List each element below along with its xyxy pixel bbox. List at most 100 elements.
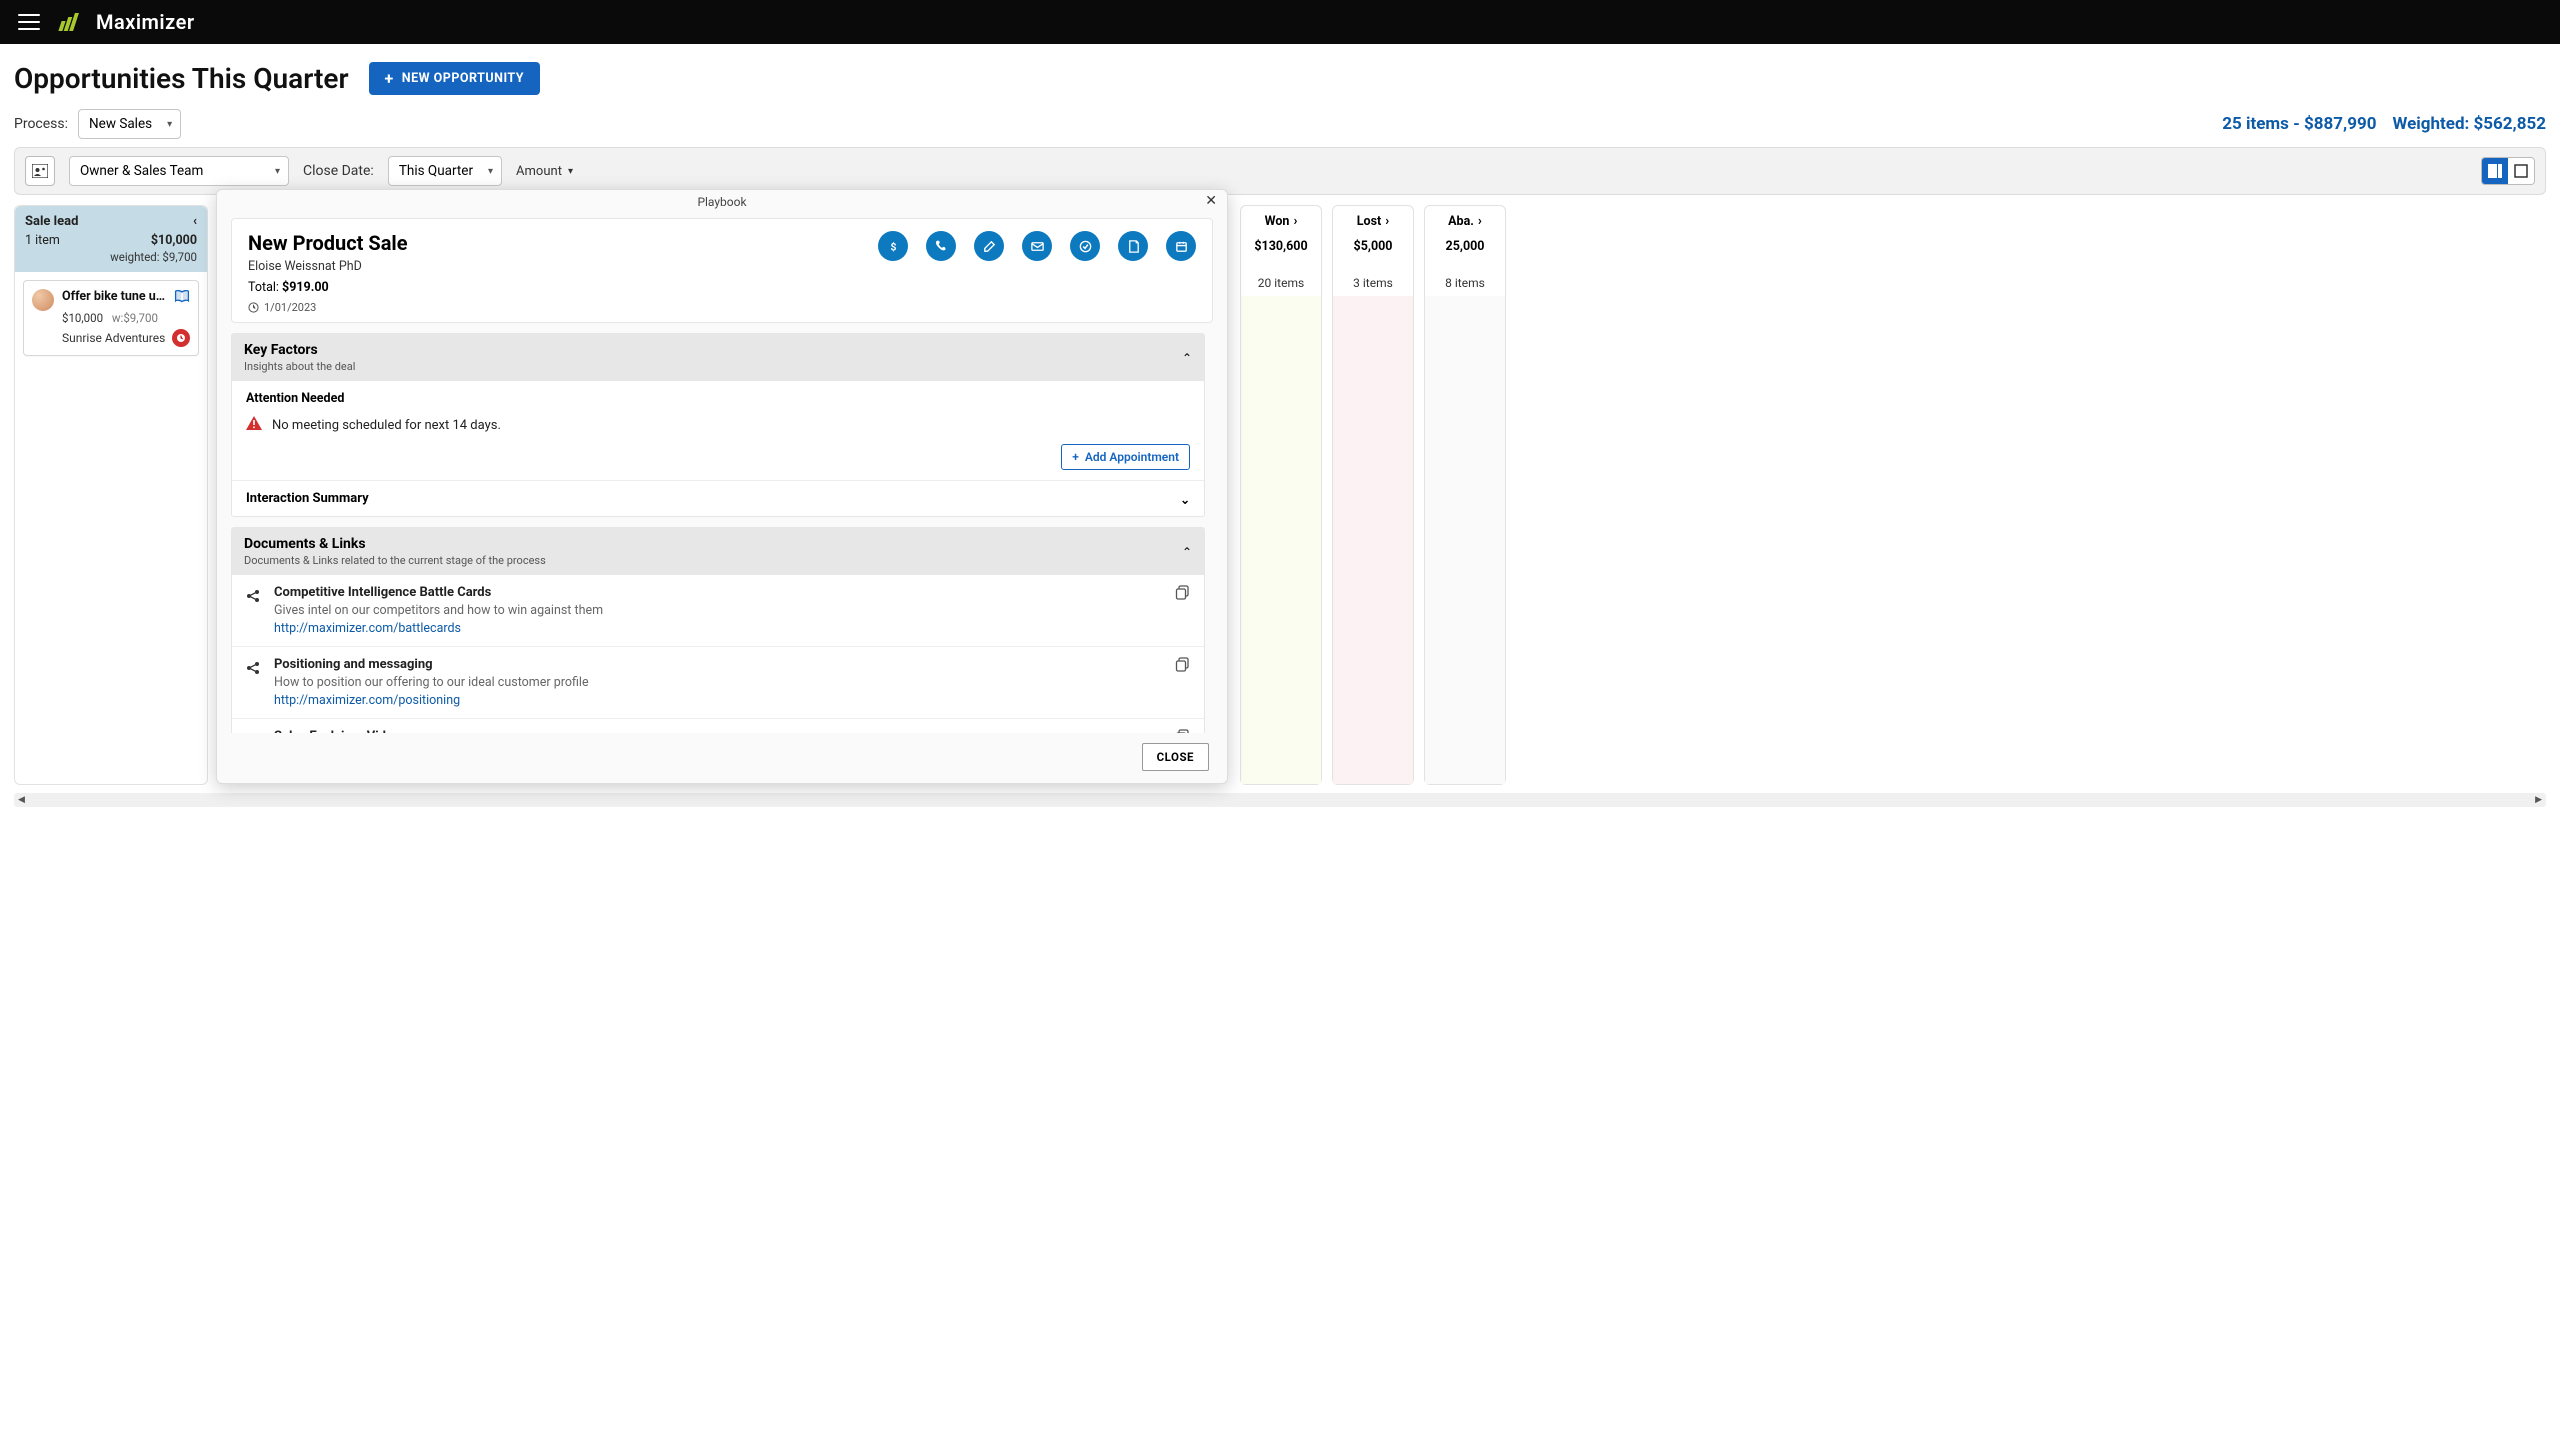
expand-chevron-right-icon[interactable]: › — [1478, 214, 1482, 229]
document-link[interactable]: http://maximizer.com/battlecards — [274, 621, 1161, 636]
brand-name: Maximizer — [96, 10, 195, 34]
page-title-bar: Opportunities This Quarter + NEW OPPORTU… — [0, 44, 2560, 105]
stage-count: 1 item — [25, 233, 60, 248]
caret-down-icon: ▾ — [167, 119, 172, 130]
documents-links-header[interactable]: Documents & Links Documents & Links rela… — [232, 528, 1204, 575]
stage-weighted: weighted: $9,700 — [25, 250, 197, 264]
opportunity-title: New Product Sale — [248, 231, 408, 255]
collapse-chevron-left-icon[interactable]: ‹ — [193, 214, 197, 229]
amount-filter[interactable]: Amount ▾ — [516, 164, 573, 179]
note-icon[interactable] — [1118, 231, 1148, 261]
card-weighted: w:$9,700 — [112, 311, 158, 325]
chevron-up-icon[interactable]: ⌃ — [1182, 545, 1192, 559]
playbook-header: Playbook ✕ — [217, 190, 1227, 214]
key-factors-subtitle: Insights about the deal — [244, 360, 355, 373]
opportunity-card[interactable]: Offer bike tune up p... $10,000 w:$9,700… — [23, 280, 199, 356]
stage-name: Won — [1265, 214, 1290, 229]
key-factors-title: Key Factors — [244, 342, 355, 358]
stage-name: Sale lead — [25, 214, 78, 229]
opportunity-contact: Eloise Weissnat PhD — [248, 259, 408, 274]
process-select[interactable]: New Sales ▾ — [78, 109, 181, 139]
horizontal-scrollbar[interactable]: ◀ ▶ — [14, 793, 2546, 807]
copy-icon[interactable] — [1175, 657, 1190, 676]
chevron-up-icon[interactable]: ⌃ — [1182, 351, 1192, 365]
contact-filter-icon[interactable] — [25, 156, 55, 186]
stage-amount: $5,000 — [1341, 239, 1405, 254]
mini-columns: Won› $130,600 20 items Lost › $5,000 3 it… — [1240, 205, 1506, 785]
playbook-panel: Playbook ✕ New Product Sale Eloise Weiss… — [216, 189, 1228, 784]
amount-label: Amount — [516, 164, 562, 179]
close-icon[interactable]: ✕ — [1205, 193, 1217, 209]
plus-icon: + — [1072, 450, 1079, 464]
stage-name: Lost — [1357, 214, 1381, 229]
share-icon — [246, 660, 260, 679]
close-date-value: This Quarter — [399, 163, 473, 179]
share-icon — [246, 588, 260, 607]
hamburger-menu-icon[interactable] — [18, 14, 40, 30]
view-toggle — [2481, 157, 2535, 185]
close-date-select[interactable]: This Quarter ▾ — [388, 156, 502, 186]
avatar — [32, 289, 54, 311]
playbook-footer: CLOSE — [217, 733, 1227, 783]
stage-count: 8 items — [1433, 276, 1497, 290]
scroll-left-icon[interactable]: ◀ — [14, 793, 29, 807]
document-title: Positioning and messaging — [274, 657, 1161, 672]
caret-down-icon: ▾ — [568, 166, 573, 177]
playbook-scroll[interactable]: Key Factors Insights about the deal ⌃ At… — [231, 333, 1217, 733]
edit-icon[interactable] — [974, 231, 1004, 261]
add-appointment-label: Add Appointment — [1085, 450, 1179, 464]
attention-needed-heading: Attention Needed — [246, 391, 1190, 406]
stage-count: 3 items — [1341, 276, 1405, 290]
new-opportunity-button[interactable]: + NEW OPPORTUNITY — [369, 62, 540, 95]
chevron-down-icon[interactable]: ⌃ — [1180, 492, 1190, 506]
summary-weighted: Weighted: $562,852 — [2392, 114, 2546, 134]
card-company: Sunrise Adventures — [62, 331, 165, 345]
kanban-column-won: Won› $130,600 20 items — [1240, 205, 1322, 785]
close-date-label: Close Date: — [303, 163, 374, 179]
summary-items: 25 items - $887,990 — [2222, 114, 2376, 134]
action-buttons: $ — [878, 231, 1196, 261]
document-title: Competitive Intelligence Battle Cards — [274, 585, 1161, 600]
kanban-column-lead: Sale lead ‹ 1 item $10,000 weighted: $9,… — [14, 205, 208, 785]
document-item: Sales Explainer VideoWatch the video to … — [232, 718, 1204, 733]
stage-amount: $10,000 — [151, 233, 197, 248]
call-icon[interactable] — [926, 231, 956, 261]
svg-text:$: $ — [890, 240, 896, 253]
split-view-icon[interactable] — [2482, 158, 2508, 184]
filter-toolbar: Owner & Sales Team ▾ Close Date: This Qu… — [14, 147, 2546, 195]
process-value: New Sales — [89, 116, 152, 132]
close-button[interactable]: CLOSE — [1142, 743, 1209, 771]
scroll-right-icon[interactable]: ▶ — [2531, 793, 2546, 807]
playbook-opportunity-header: New Product Sale Eloise Weissnat PhD Tot… — [231, 218, 1213, 323]
interaction-summary-label: Interaction Summary — [246, 491, 369, 506]
attention-alert: No meeting scheduled for next 14 days. — [246, 416, 1190, 434]
interaction-summary-row[interactable]: Interaction Summary ⌃ — [232, 480, 1204, 516]
stage-name: Aba. — [1448, 214, 1474, 229]
documents-subtitle: Documents & Links related to the current… — [244, 554, 546, 567]
expand-chevron-right-icon[interactable]: › — [1293, 214, 1297, 229]
task-icon[interactable] — [1070, 231, 1100, 261]
documents-list: Competitive Intelligence Battle CardsGiv… — [232, 575, 1204, 733]
calendar-icon[interactable] — [1166, 231, 1196, 261]
expand-chevron-right-icon[interactable]: › — [1385, 214, 1389, 229]
log-sale-icon[interactable]: $ — [878, 231, 908, 261]
page-title: Opportunities This Quarter — [14, 62, 349, 95]
document-item: Positioning and messaging How to position… — [232, 646, 1204, 718]
stage-amount: $130,600 — [1249, 239, 1313, 254]
key-factors-header[interactable]: Key Factors Insights about the deal ⌃ — [232, 334, 1204, 381]
key-factors-section: Key Factors Insights about the deal ⌃ At… — [231, 333, 1205, 517]
add-appointment-button[interactable]: + Add Appointment — [1061, 444, 1190, 470]
copy-icon[interactable] — [1175, 729, 1190, 733]
copy-icon[interactable] — [1175, 585, 1190, 604]
document-item: Competitive Intelligence Battle CardsGiv… — [232, 575, 1204, 646]
share-icon — [246, 732, 260, 733]
owner-select[interactable]: Owner & Sales Team ▾ — [69, 156, 289, 186]
single-view-icon[interactable] — [2508, 158, 2534, 184]
column-header-lead: Sale lead ‹ 1 item $10,000 weighted: $9,… — [15, 206, 207, 272]
email-icon[interactable] — [1022, 231, 1052, 261]
playbook-icon[interactable] — [174, 289, 190, 303]
card-title: Offer bike tune up p... — [62, 289, 166, 304]
caret-down-icon: ▾ — [275, 166, 280, 177]
document-link[interactable]: http://maximizer.com/positioning — [274, 693, 1161, 708]
document-description: How to position our offering to our idea… — [274, 675, 1161, 690]
